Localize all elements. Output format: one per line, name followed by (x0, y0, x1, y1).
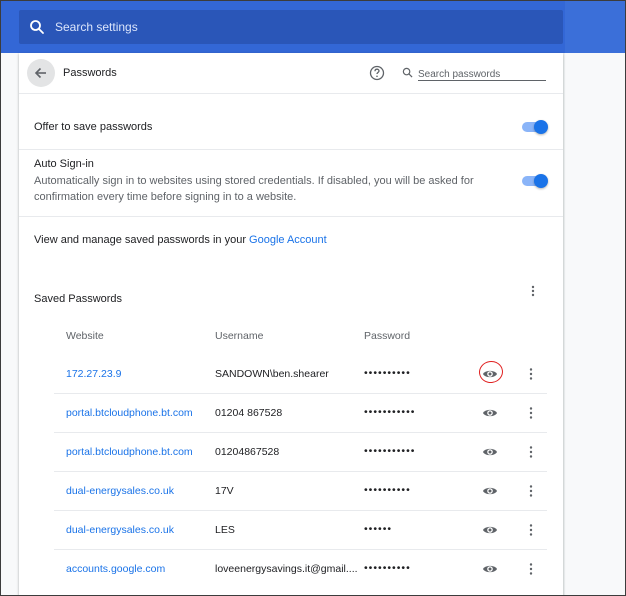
saved-passwords-title: Saved Passwords (34, 293, 123, 305)
settings-window: Search settings Passwords Offer to save … (0, 0, 626, 596)
password-row: dual-energysales.co.uk LES •••••• (54, 511, 547, 550)
password-row-username: SANDOWN\ben.shearer (215, 368, 329, 380)
more-actions-icon[interactable] (525, 445, 537, 459)
password-row: accounts.google.com loveenergysavings.it… (54, 550, 547, 589)
password-row-username: 01204867528 (215, 446, 280, 458)
show-password-icon[interactable] (482, 406, 498, 420)
auto-signin-toggle[interactable] (522, 174, 548, 188)
search-icon (30, 20, 44, 34)
search-passwords-input[interactable] (418, 67, 546, 82)
password-row-website[interactable]: 172.27.23.9 (66, 368, 121, 380)
show-password-icon[interactable] (482, 484, 498, 498)
password-row-username: 01204 867528 (215, 407, 283, 419)
column-website: Website (66, 330, 104, 342)
password-row-website[interactable]: portal.btcloudphone.bt.com (66, 407, 193, 419)
help-icon[interactable] (369, 65, 385, 81)
password-row-password: ••••••••••• (364, 406, 416, 418)
password-row: dual-energysales.co.uk 17V •••••••••• (54, 472, 547, 511)
search-settings-bar[interactable]: Search settings (19, 10, 563, 44)
show-password-icon[interactable] (482, 562, 498, 576)
google-account-link[interactable]: Google Account (249, 234, 327, 246)
offer-to-save-toggle[interactable] (522, 120, 548, 134)
section-divider (19, 216, 563, 217)
password-row: portal.btcloudphone.bt.com 01204 867528 … (54, 394, 547, 433)
left-gutter (1, 53, 19, 595)
show-password-icon[interactable] (482, 445, 498, 459)
password-row: 172.27.23.9 SANDOWN\ben.shearer ••••••••… (54, 355, 547, 394)
password-row-password: •••••••••• (364, 484, 411, 496)
toggle-knob (534, 120, 548, 134)
password-row-username: LES (215, 524, 235, 536)
toggle-knob (534, 174, 548, 188)
header-divider (19, 93, 563, 94)
password-row-password: •••••••••• (364, 367, 411, 379)
search-passwords-icon (402, 67, 413, 78)
more-actions-icon[interactable] (525, 367, 537, 381)
toolbar-right-area (565, 1, 625, 53)
manage-passwords-prefix: View and manage saved passwords in your (34, 234, 250, 246)
more-actions-icon[interactable] (525, 406, 537, 420)
password-row-website[interactable]: dual-energysales.co.uk (66, 485, 174, 497)
more-actions-icon[interactable] (525, 523, 537, 537)
offer-to-save-label: Offer to save passwords (34, 121, 153, 133)
auto-signin-label: Auto Sign-in (34, 158, 94, 170)
password-row-password: ••••••••••• (364, 445, 416, 457)
more-actions-icon[interactable] (525, 562, 537, 576)
page-title: Passwords (63, 67, 117, 79)
password-row-website[interactable]: accounts.google.com (66, 563, 165, 575)
password-row-username: loveenergysavings.it@gmail.... (215, 563, 358, 575)
password-row: portal.btcloudphone.bt.com 01204867528 •… (54, 433, 547, 472)
right-gutter (565, 53, 625, 595)
password-row-password: •••••• (364, 523, 393, 535)
saved-passwords-more-icon[interactable] (527, 285, 539, 297)
manage-passwords-text: View and manage saved passwords in your … (34, 234, 327, 246)
back-button[interactable] (27, 59, 55, 87)
arrow-back-icon (34, 67, 46, 79)
more-actions-icon[interactable] (525, 484, 537, 498)
search-passwords-field[interactable] (418, 64, 546, 82)
passwords-card: Passwords Offer to save passwords Auto S… (19, 53, 563, 595)
search-settings-placeholder: Search settings (55, 20, 138, 34)
password-row-website[interactable]: portal.btcloudphone.bt.com (66, 446, 193, 458)
show-password-icon[interactable] (482, 367, 498, 381)
password-row-password: •••••••••• (364, 562, 411, 574)
column-username: Username (215, 330, 264, 342)
password-row-website[interactable]: dual-energysales.co.uk (66, 524, 174, 536)
password-row-username: 17V (215, 485, 234, 497)
section-divider (19, 149, 563, 150)
auto-signin-description: Automatically sign in to websites using … (34, 175, 474, 203)
show-password-icon[interactable] (482, 523, 498, 537)
column-password: Password (364, 330, 411, 342)
